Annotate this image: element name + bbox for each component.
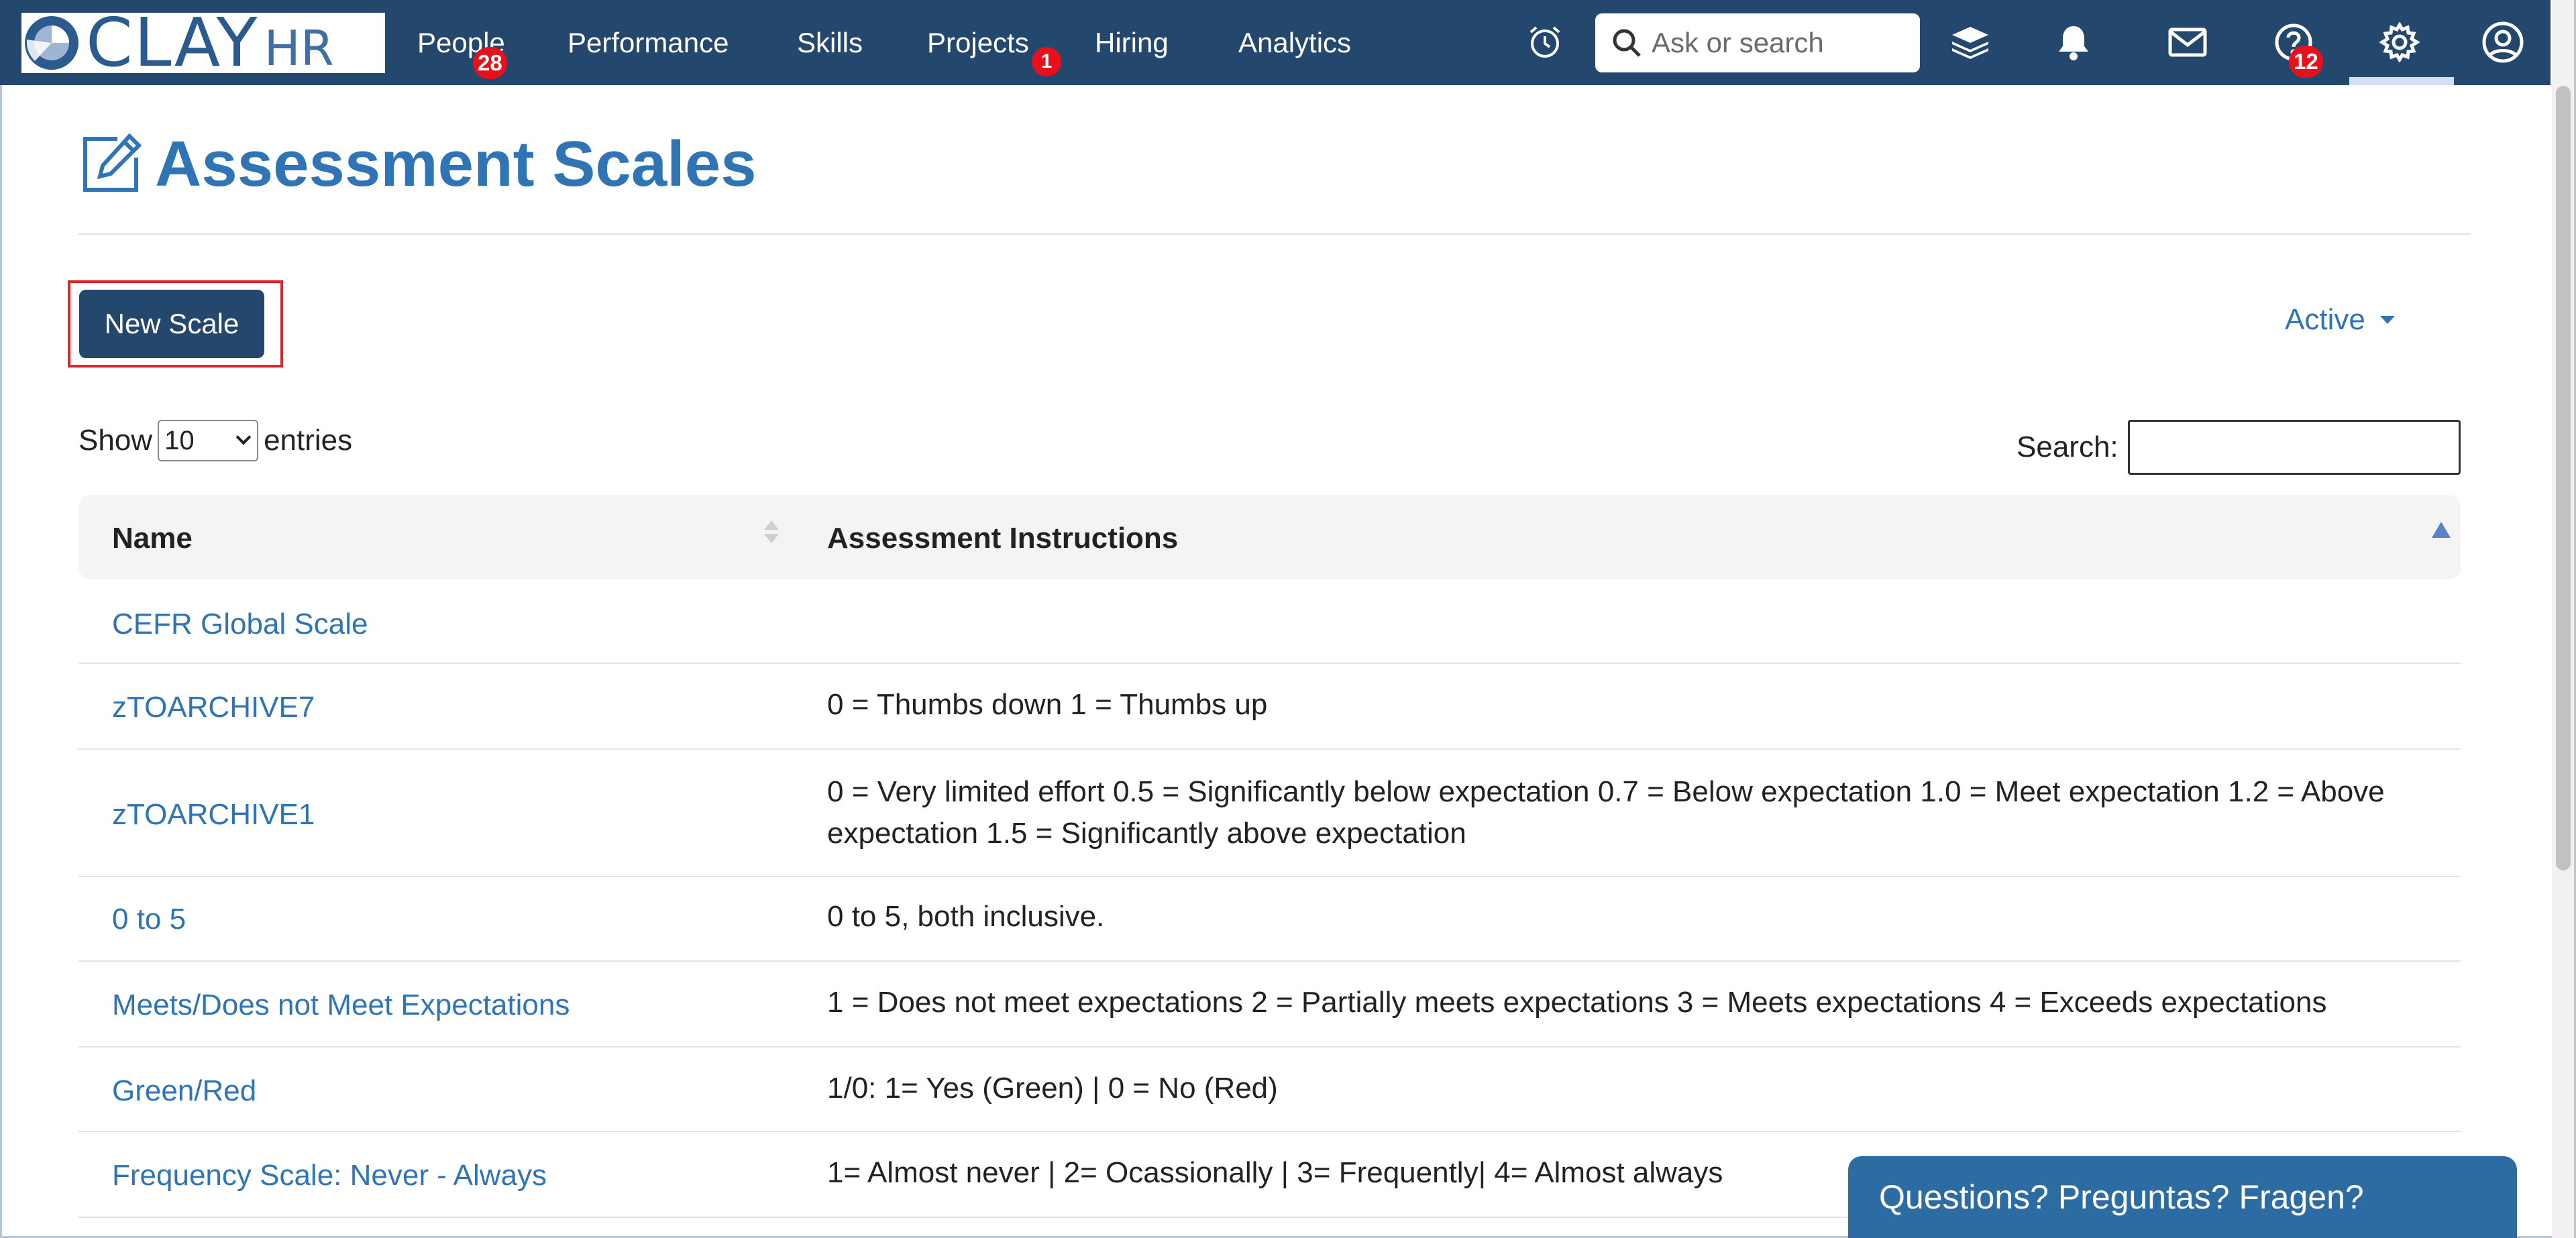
page-size-control: Show 10 entries xyxy=(78,420,352,461)
scrollbar-thumb[interactable] xyxy=(2556,86,2571,870)
settings-active-indicator xyxy=(2349,77,2454,85)
page-header: Assessment Scales xyxy=(78,127,757,201)
table-search-label: Search: xyxy=(2017,431,2118,463)
column-header-name[interactable]: Name xyxy=(112,522,193,555)
clayhr-logo[interactable]: CLAY HR xyxy=(21,3,385,82)
table-row: Meets/Does not Meet Expectations 1 = Doe… xyxy=(78,962,2461,1048)
scale-name-link[interactable]: zTOARCHIVE1 xyxy=(112,798,315,832)
caret-down-icon xyxy=(2379,316,2395,324)
nav-performance[interactable]: Performance xyxy=(568,27,729,59)
scale-instructions: 0 to 5, both inclusive. xyxy=(827,900,1105,933)
search-icon xyxy=(1613,29,1641,57)
bell-icon[interactable] xyxy=(2051,20,2096,64)
table-row: CEFR Global Scale xyxy=(78,579,2461,664)
nav-projects[interactable]: Projects xyxy=(927,27,1029,59)
global-search-input[interactable] xyxy=(1652,27,1907,59)
table-header: Name Assessment Instructions xyxy=(78,495,2461,579)
layers-icon[interactable] xyxy=(1948,20,1992,64)
page-title: Assessment Scales xyxy=(155,128,757,200)
logo-suffix: HR xyxy=(264,20,334,76)
help-chat-widget[interactable]: Questions? Preguntas? Fragen? xyxy=(1848,1156,2517,1238)
gear-icon[interactable] xyxy=(2377,20,2422,64)
scale-instructions: 1/0: 1= Yes (Green) | 0 = No (Red) xyxy=(827,1072,1278,1105)
logo-mark-icon xyxy=(25,16,78,70)
show-label: Show xyxy=(78,424,153,457)
table-row: Green/Red 1/0: 1= Yes (Green) | 0 = No (… xyxy=(78,1048,2461,1132)
status-filter-label: Active xyxy=(2285,303,2365,336)
edit-icon xyxy=(83,133,142,192)
table-row: zTOARCHIVE1 0 = Very limited effort 0.5 … xyxy=(78,750,2461,877)
new-scale-button[interactable]: New Scale xyxy=(79,290,264,358)
scale-name-link[interactable]: 0 to 5 xyxy=(112,903,186,936)
nav-hiring[interactable]: Hiring xyxy=(1095,27,1169,59)
entries-label: entries xyxy=(264,424,353,457)
scale-instructions: 0 = Very limited effort 0.5 = Significan… xyxy=(827,775,2385,850)
global-search-box[interactable] xyxy=(1595,13,1920,72)
mail-icon[interactable] xyxy=(2165,20,2210,64)
status-filter-dropdown[interactable]: Active xyxy=(2285,303,2395,337)
user-icon[interactable] xyxy=(2481,20,2525,64)
column-header-instructions[interactable]: Assessment Instructions xyxy=(827,522,1178,555)
sort-both-icon[interactable] xyxy=(764,520,779,555)
table-search-input[interactable] xyxy=(2128,420,2461,475)
scale-instructions: 1 = Does not meet expectations 2 = Parti… xyxy=(827,986,2327,1019)
sort-ascending-icon[interactable] xyxy=(2432,522,2451,538)
nav-analytics[interactable]: Analytics xyxy=(1238,27,1351,59)
table-row: zTOARCHIVE7 0 = Thumbs down 1 = Thumbs u… xyxy=(78,664,2461,750)
projects-badge: 1 xyxy=(1032,47,1061,76)
help-widget-label: Questions? Preguntas? Fragen? xyxy=(1879,1178,2364,1216)
scale-name-link[interactable]: Green/Red xyxy=(112,1074,256,1108)
scale-name-link[interactable]: zTOARCHIVE7 xyxy=(112,691,315,724)
chevron-down-icon xyxy=(235,429,252,445)
scale-name-link[interactable]: Frequency Scale: Never - Always xyxy=(112,1159,547,1192)
alarm-clock-icon[interactable] xyxy=(1523,20,1567,64)
scale-instructions: 0 = Thumbs down 1 = Thumbs up xyxy=(827,688,1268,721)
page-size-value: 10 xyxy=(164,425,195,455)
people-badge: 28 xyxy=(473,47,507,79)
scale-name-link[interactable]: CEFR Global Scale xyxy=(112,608,368,641)
top-navigation-bar: CLAY HR People 28 Performance Skills Pro… xyxy=(0,0,2551,85)
scale-name-link[interactable]: Meets/Does not Meet Expectations xyxy=(112,989,570,1022)
logo-text: CLAY xyxy=(86,3,259,82)
header-divider xyxy=(78,233,2471,235)
help-badge: 12 xyxy=(2289,46,2323,78)
nav-skills[interactable]: Skills xyxy=(797,27,863,59)
assessment-scales-table: Name Assessment Instructions CEFR Global… xyxy=(78,495,2461,1218)
table-row: 0 to 5 0 to 5, both inclusive. xyxy=(78,877,2461,962)
page-size-select[interactable]: 10 xyxy=(158,420,259,461)
